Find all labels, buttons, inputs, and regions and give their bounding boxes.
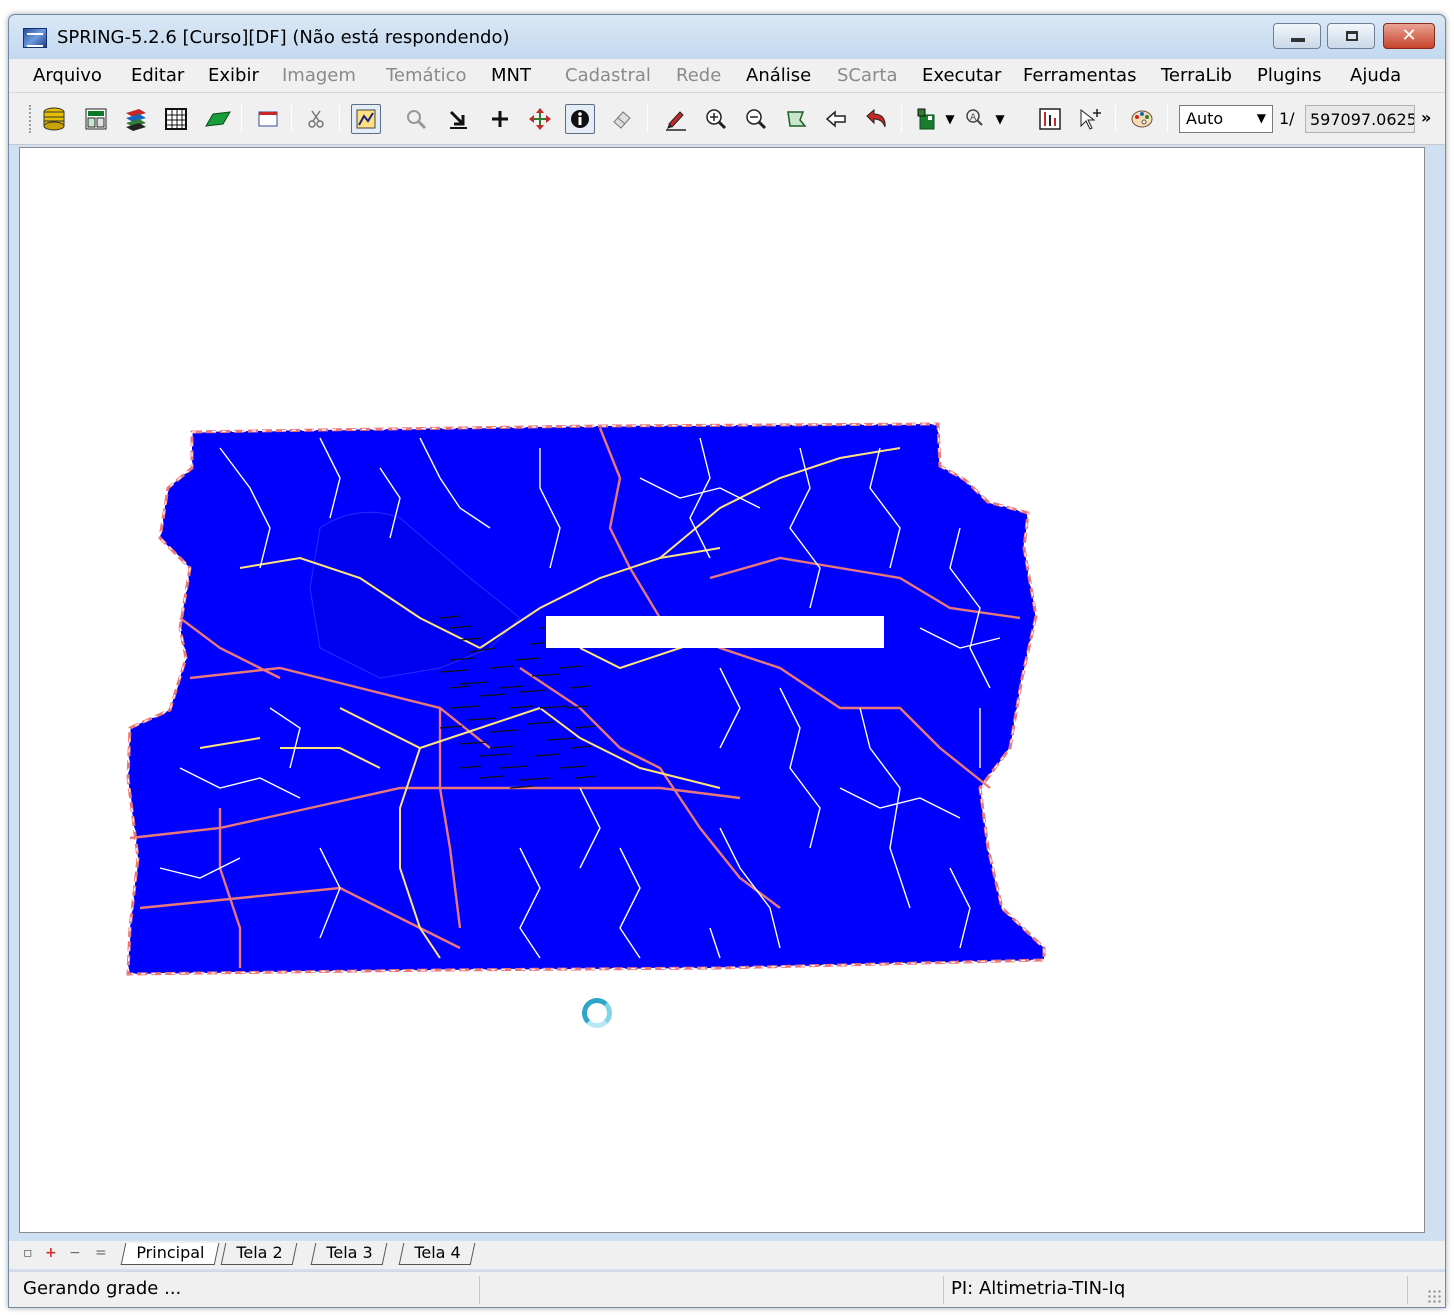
magnifier-icon[interactable]	[401, 104, 431, 134]
tab-tela-4-label: Tela 4	[414, 1243, 461, 1262]
tab-tela-3[interactable]: Tela 3	[310, 1243, 388, 1265]
status-active-plan: PI: Altimetria-TIN-Iq	[951, 1278, 1126, 1299]
tab-principal-label: Principal	[136, 1243, 205, 1262]
menu-scarta[interactable]: SCarta	[837, 65, 898, 86]
zoom-area-icon[interactable]	[781, 104, 811, 134]
toolbar-separator	[1115, 105, 1116, 133]
chevron-down-icon[interactable]: ▼	[991, 104, 1009, 134]
minimize-button[interactable]	[1273, 23, 1321, 49]
menu-terralib[interactable]: TerraLib	[1161, 65, 1232, 86]
close-button[interactable]: ✕	[1383, 23, 1435, 49]
scale-value-field[interactable]: 597097.062500	[1305, 105, 1415, 133]
status-divider	[1407, 1276, 1408, 1304]
menu-tematico[interactable]: Temático	[386, 65, 467, 86]
table-grid-icon[interactable]	[161, 104, 191, 134]
menu-arquivo[interactable]: Arquivo	[33, 65, 102, 86]
toolbar-grip[interactable]	[29, 105, 32, 133]
menu-exibir[interactable]: Exibir	[208, 65, 259, 86]
zoom-out-icon[interactable]	[741, 104, 771, 134]
map-drawing	[126, 422, 1046, 976]
tab-tela-4[interactable]: Tela 4	[398, 1243, 476, 1265]
window-icon[interactable]	[253, 104, 283, 134]
view-tab-bar: ▫ + − = Principal Tela 2 Tela 3 Tela 4	[9, 1241, 1445, 1269]
toolbar-overflow-icon[interactable]: »	[1421, 108, 1431, 127]
spring-app-icon	[23, 28, 47, 48]
menu-executar[interactable]: Executar	[922, 65, 1001, 86]
chevron-down-icon: ▼	[1256, 111, 1266, 125]
maximize-icon	[1346, 31, 1358, 41]
menu-imagem[interactable]: Imagem	[282, 65, 356, 86]
histogram-icon[interactable]	[1035, 104, 1065, 134]
region-polygon	[126, 422, 1046, 976]
menu-analise[interactable]: Análise	[746, 65, 811, 86]
tab-ctrl-restore[interactable]: ▫	[23, 1245, 33, 1261]
close-icon: ✕	[1401, 25, 1417, 46]
toolbar-separator	[291, 105, 292, 133]
menu-cadastral[interactable]: Cadastral	[565, 65, 651, 86]
cursor-select-icon[interactable]	[443, 104, 473, 134]
resize-grip-icon[interactable]	[1427, 1289, 1441, 1303]
scale-prefix-label: 1/	[1279, 109, 1295, 128]
menu-ajuda[interactable]: Ajuda	[1350, 65, 1401, 86]
parallelogram-icon[interactable]	[203, 104, 233, 134]
zoom-in-icon[interactable]	[701, 104, 731, 134]
svg-text:A: A	[970, 113, 977, 123]
palette-icon[interactable]	[1127, 104, 1157, 134]
display-layer-icon[interactable]	[913, 104, 943, 134]
tab-principal[interactable]: Principal	[120, 1243, 220, 1265]
chevron-down-icon[interactable]: ▼	[941, 104, 959, 134]
tab-tela-3-label: Tela 3	[326, 1243, 373, 1262]
status-bar: Gerando grade ... PI: Altimetria-TIN-Iq	[9, 1271, 1445, 1307]
menu-plugins[interactable]: Plugins	[1257, 65, 1321, 86]
tab-tela-2[interactable]: Tela 2	[220, 1243, 298, 1265]
pointer-plus-icon[interactable]	[1075, 104, 1105, 134]
undo-icon[interactable]	[861, 104, 891, 134]
scale-mode-value: Auto	[1186, 109, 1224, 128]
menu-editar[interactable]: Editar	[131, 65, 184, 86]
application-window: SPRING-5.2.6 [Curso][DF] (Não está respo…	[8, 14, 1446, 1308]
toolbar-separator	[901, 105, 902, 133]
pan-icon[interactable]	[525, 104, 555, 134]
layer-grid-icon[interactable]	[81, 104, 111, 134]
maximize-button[interactable]	[1327, 23, 1375, 49]
tab-ctrl-remove[interactable]: −	[69, 1245, 81, 1261]
title-bar[interactable]: SPRING-5.2.6 [Curso][DF] (Não está respo…	[9, 15, 1445, 59]
window-title: SPRING-5.2.6 [Curso][DF] (Não está respo…	[57, 27, 510, 48]
tab-tela-2-label: Tela 2	[236, 1243, 283, 1262]
menu-ferramentas[interactable]: Ferramentas	[1023, 65, 1136, 86]
toolbar-separator	[647, 105, 648, 133]
scissors-icon[interactable]	[301, 104, 331, 134]
menu-rede[interactable]: Rede	[676, 65, 721, 86]
pencil-icon[interactable]	[661, 104, 691, 134]
status-divider	[943, 1276, 944, 1304]
zoom-reference-icon[interactable]: A	[961, 104, 991, 134]
overlay-white-bar	[546, 616, 884, 648]
database-icon[interactable]	[39, 104, 69, 134]
menu-bar: Arquivo Editar Exibir Imagem Temático MN…	[9, 59, 1445, 93]
draw-tool-icon[interactable]	[351, 104, 381, 134]
scale-mode-select[interactable]: Auto ▼	[1179, 105, 1273, 133]
toolbar-separator	[1167, 105, 1168, 133]
tab-ctrl-equal[interactable]: =	[95, 1245, 107, 1261]
busy-spinner-icon	[582, 998, 612, 1028]
toolbar-separator	[339, 105, 340, 133]
back-arrow-icon[interactable]	[821, 104, 851, 134]
crosshair-icon[interactable]	[485, 104, 515, 134]
minimize-icon	[1291, 38, 1305, 42]
toolbar-separator	[241, 105, 242, 133]
info-icon[interactable]	[565, 104, 595, 134]
status-message: Gerando grade ...	[23, 1278, 182, 1299]
map-canvas[interactable]	[19, 147, 1425, 1233]
stacked-layers-icon[interactable]	[121, 104, 151, 134]
status-divider	[479, 1276, 480, 1304]
menu-mnt[interactable]: MNT	[491, 65, 531, 86]
toolbar: ▼ A ▼ Auto ▼ 1/ 597097.062500 »	[9, 93, 1445, 145]
eraser-icon[interactable]	[607, 104, 637, 134]
tab-ctrl-add[interactable]: +	[45, 1245, 57, 1261]
